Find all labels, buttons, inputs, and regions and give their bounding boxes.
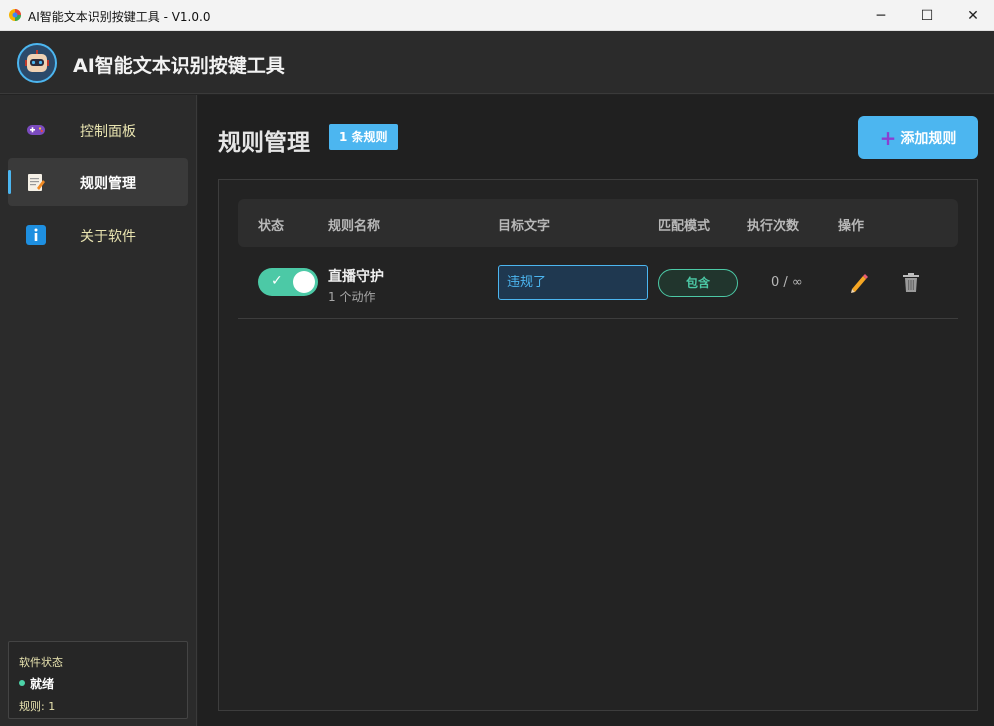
rules-panel: 状态 规则名称 目标文字 匹配模式 执行次数 操作 ✓ 直播守护 1 个动作 违… [218, 179, 978, 711]
plus-icon: + [879, 125, 897, 150]
target-text-field[interactable]: 违规了 [498, 265, 648, 300]
page-title: 规则管理 [218, 130, 310, 156]
gamepad-icon [26, 120, 46, 140]
column-header-target: 目标文字 [498, 219, 551, 234]
table-header: 状态 规则名称 目标文字 匹配模式 执行次数 操作 [238, 199, 958, 247]
status-dot-icon [19, 680, 25, 686]
window-title: AI智能文本识别按键工具 - V1.0.0 [28, 10, 211, 24]
status-rules-count: 规则: 1 [19, 700, 56, 713]
column-header-mode: 匹配模式 [658, 219, 711, 234]
add-rule-label: 添加规则 [900, 130, 957, 147]
app-window: AI智能文本识别按键工具 - V1.0.0 ─ ☐ ✕ AI智能文本识别按键工具 [0, 0, 994, 726]
active-indicator [8, 170, 11, 194]
robot-icon [17, 43, 57, 83]
maximize-button[interactable]: ☐ [904, 0, 950, 31]
toggle-knob [293, 271, 315, 293]
minimize-button[interactable]: ─ [858, 0, 904, 31]
match-mode-badge: 包含 [658, 269, 738, 297]
app-window-icon [9, 9, 21, 21]
pencil-icon[interactable] [848, 271, 868, 293]
sidebar-item-label: 控制面板 [80, 124, 136, 140]
sidebar-item-rules[interactable]: 规则管理 [8, 158, 188, 206]
app-title: AI智能文本识别按键工具 [73, 55, 285, 77]
add-rule-button[interactable]: + 添加规则 [858, 116, 978, 159]
rule-count-badge: 1 条规则 [329, 124, 398, 150]
status-value: 就绪 [30, 677, 55, 691]
app-header: AI智能文本识别按键工具 [0, 31, 994, 94]
rule-name: 直播守护 [328, 269, 384, 285]
column-header-exec-count: 执行次数 [747, 219, 800, 234]
check-icon: ✓ [271, 273, 283, 289]
main-content: 规则管理 1 条规则 + 添加规则 状态 规则名称 目标文字 匹配模式 执行次数… [198, 95, 994, 726]
status-title: 软件状态 [19, 656, 63, 669]
sidebar-item-dashboard[interactable]: 控制面板 [8, 106, 188, 154]
sidebar-item-about[interactable]: 关于软件 [8, 211, 188, 259]
rule-action-count: 1 个动作 [328, 290, 376, 304]
sidebar-item-label: 关于软件 [80, 229, 136, 245]
rule-enabled-toggle[interactable]: ✓ [258, 268, 318, 296]
trash-icon[interactable] [902, 271, 920, 293]
column-header-status: 状态 [258, 219, 285, 234]
sidebar-item-label: 规则管理 [80, 176, 136, 192]
table-row: ✓ 直播守护 1 个动作 违规了 包含 0 / ∞ [238, 249, 958, 319]
status-panel: 软件状态 就绪 规则: 1 [8, 641, 188, 719]
sidebar: 控制面板 规则管理 关于软件 软件状态 就绪 规则: 1 [0, 95, 197, 726]
column-header-name: 规则名称 [328, 219, 381, 234]
title-bar: AI智能文本识别按键工具 - V1.0.0 ─ ☐ ✕ [0, 0, 994, 31]
column-header-actions: 操作 [838, 219, 865, 234]
close-button[interactable]: ✕ [950, 0, 994, 31]
memo-icon [26, 172, 46, 192]
exec-count: 0 / ∞ [771, 275, 803, 290]
info-icon [26, 225, 46, 245]
